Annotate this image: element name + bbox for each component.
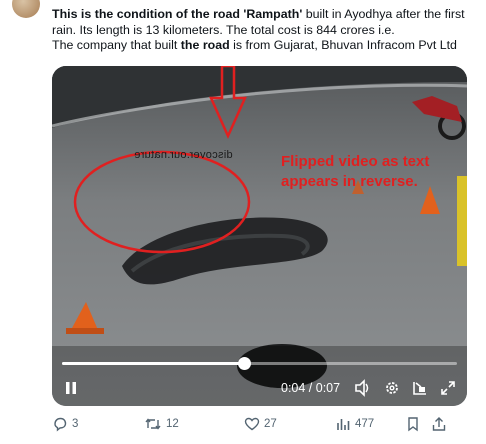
fullscreen-icon xyxy=(441,381,455,395)
tweet-text-segment: 'Rampath' xyxy=(243,7,303,21)
mirrored-watermark: discover.our.nature xyxy=(134,149,233,161)
reply-count: 3 xyxy=(72,418,79,430)
views-button[interactable]: 477 xyxy=(335,414,374,434)
pip-button[interactable] xyxy=(412,373,428,406)
repost-button[interactable]: 12 xyxy=(144,414,179,434)
tweet-line-2: rain. Its length is 13 kilometers. The t… xyxy=(52,23,480,39)
tweet-text-segment: the road xyxy=(180,38,230,52)
annotation-line: Flipped video as text xyxy=(281,153,430,170)
video-controls: 0:04 / 0:07 xyxy=(52,373,467,403)
share-icon xyxy=(432,417,446,431)
like-button[interactable]: 27 xyxy=(244,414,277,434)
reply-button[interactable]: 3 xyxy=(52,414,78,434)
video-player[interactable]: discover.our.nature Flipped video as tex… xyxy=(52,66,467,406)
repost-icon xyxy=(145,418,161,430)
share-button[interactable] xyxy=(431,414,447,434)
tweet-text-segment: built in Ayodhya after the first xyxy=(302,7,465,21)
tweet-line-1: This is the condition of the road 'Rampa… xyxy=(52,7,480,23)
volume-icon xyxy=(355,379,369,397)
tweet-line-3: The company that built the road is from … xyxy=(52,38,480,54)
like-count: 27 xyxy=(264,418,277,430)
pause-icon xyxy=(66,382,76,394)
pause-button[interactable] xyxy=(64,373,78,406)
progress-bar[interactable] xyxy=(62,357,457,370)
reply-icon xyxy=(54,417,67,432)
gear-icon xyxy=(386,382,398,394)
traffic-cone-base xyxy=(66,328,104,334)
time-display: 0:04 / 0:07 xyxy=(281,381,341,395)
tweet-text-segment: is from Gujarat, Bhuvan Infracom Pvt Ltd xyxy=(229,38,457,52)
repost-count: 12 xyxy=(166,418,179,430)
heart-icon xyxy=(244,417,260,431)
tweet-text-segment: rain. Its length is 13 kilometers. The t… xyxy=(52,22,395,37)
bookmark-icon xyxy=(408,417,418,432)
progress-fill xyxy=(62,362,244,365)
avatar[interactable] xyxy=(12,0,40,18)
annotation-line: appears in reverse. xyxy=(281,173,418,190)
tweet-actions: 3 12 27 477 xyxy=(52,414,482,434)
settings-button[interactable] xyxy=(384,373,400,406)
bookmark-button[interactable] xyxy=(406,414,420,434)
annotation-note: Flipped video as text appears in reverse… xyxy=(281,152,467,192)
fullscreen-button[interactable] xyxy=(440,373,456,406)
picture-in-picture-icon xyxy=(413,382,426,395)
volume-button[interactable] xyxy=(355,373,371,406)
tweet-text-segment: The company that built xyxy=(52,38,181,52)
tweet-text: This is the condition of the road 'Rampa… xyxy=(52,7,480,54)
view-count: 477 xyxy=(355,418,375,430)
video-frame xyxy=(52,66,467,406)
tweet-text-segment: This is the condition of the road xyxy=(52,7,244,21)
analytics-icon xyxy=(337,419,350,430)
progress-thumb[interactable] xyxy=(237,357,251,370)
